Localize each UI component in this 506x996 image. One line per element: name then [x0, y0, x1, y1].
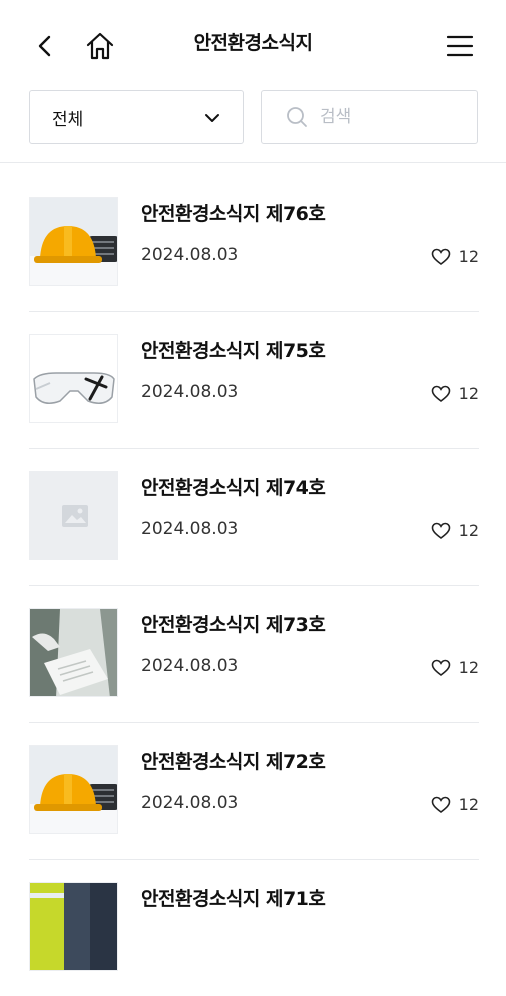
- list-item[interactable]: 안전환경소식지 제76호 2024.08.03 12: [29, 175, 479, 312]
- thumbnail-worker: [29, 882, 118, 971]
- like-count: 12: [458, 658, 479, 677]
- thumbnail-document: [29, 608, 118, 697]
- filter-bar: 전체: [29, 90, 479, 146]
- newsletter-list: 안전환경소식지 제76호 2024.08.03 12 안전환경소식지 제75호 …: [29, 175, 479, 996]
- like-button[interactable]: 12: [431, 795, 479, 814]
- heart-icon: [431, 796, 450, 813]
- like-button[interactable]: 12: [431, 658, 479, 677]
- search-input[interactable]: [318, 106, 472, 128]
- chevron-left-icon: [38, 35, 51, 57]
- category-select[interactable]: 전체: [29, 90, 244, 144]
- search-icon: [287, 107, 307, 127]
- home-icon: [86, 32, 114, 60]
- list-item[interactable]: 안전환경소식지 제71호: [29, 860, 479, 996]
- like-count: 12: [458, 795, 479, 814]
- header-divider: [0, 162, 506, 163]
- heart-icon: [431, 522, 450, 539]
- like-count: 12: [458, 247, 479, 266]
- like-button[interactable]: 12: [431, 384, 479, 403]
- item-title: 안전환경소식지 제74호: [141, 477, 326, 499]
- like-button[interactable]: 12: [431, 247, 479, 266]
- heart-icon: [431, 248, 450, 265]
- item-date: 2024.08.03: [141, 656, 239, 676]
- menu-button[interactable]: [440, 26, 480, 66]
- list-item[interactable]: 안전환경소식지 제74호 2024.08.03 12: [29, 449, 479, 586]
- page-title: 안전환경소식지: [193, 32, 313, 54]
- list-item[interactable]: 안전환경소식지 제72호 2024.08.03 12: [29, 723, 479, 860]
- list-item[interactable]: 안전환경소식지 제73호 2024.08.03 12: [29, 586, 479, 723]
- item-title: 안전환경소식지 제73호: [141, 614, 326, 636]
- image-placeholder-icon: [62, 505, 88, 527]
- heart-icon: [431, 659, 450, 676]
- app-header: 안전환경소식지: [0, 0, 506, 88]
- item-date: 2024.08.03: [141, 245, 239, 265]
- item-date: 2024.08.03: [141, 519, 239, 539]
- item-title: 안전환경소식지 제76호: [141, 203, 326, 225]
- search-box[interactable]: [261, 90, 478, 144]
- like-count: 12: [458, 521, 479, 540]
- heart-icon: [431, 385, 450, 402]
- home-button[interactable]: [80, 26, 120, 66]
- item-date: 2024.08.03: [141, 793, 239, 813]
- item-date: 2024.08.03: [141, 382, 239, 402]
- thumbnail-helmet: [29, 745, 118, 834]
- list-item[interactable]: 안전환경소식지 제75호 2024.08.03 12: [29, 312, 479, 449]
- thumbnail-helmet: [29, 197, 118, 286]
- like-count: 12: [458, 384, 479, 403]
- thumbnail-placeholder: [29, 471, 118, 560]
- item-title: 안전환경소식지 제75호: [141, 340, 326, 362]
- chevron-down-icon: [205, 114, 219, 122]
- like-button[interactable]: 12: [431, 521, 479, 540]
- item-title: 안전환경소식지 제71호: [141, 888, 326, 910]
- category-select-value: 전체: [52, 109, 84, 130]
- thumbnail-goggles: [29, 334, 118, 423]
- item-title: 안전환경소식지 제72호: [141, 751, 326, 773]
- hamburger-menu-icon: [446, 35, 474, 57]
- back-button[interactable]: [25, 26, 65, 66]
